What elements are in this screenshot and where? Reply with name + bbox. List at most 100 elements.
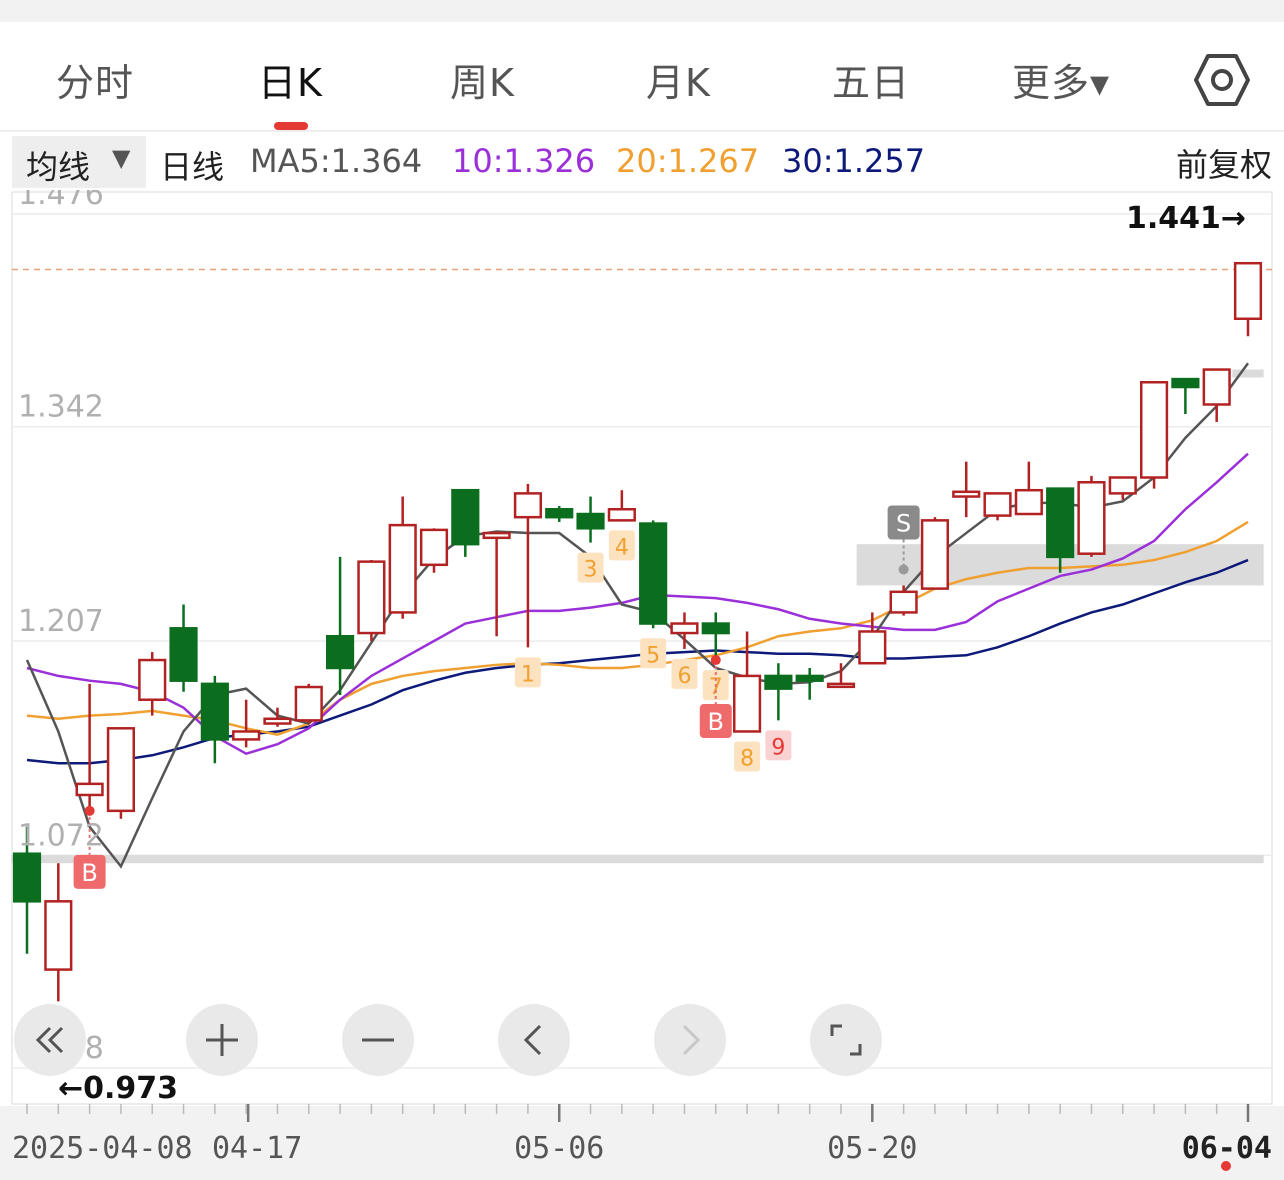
candle xyxy=(138,652,167,716)
ma20-value: 20:1.267 xyxy=(616,142,760,180)
scroll-right-button[interactable] xyxy=(654,1004,726,1076)
candle-body xyxy=(1077,481,1106,555)
candle-body xyxy=(732,674,762,733)
candle-body xyxy=(232,730,261,741)
tab-intraday[interactable]: 分时 xyxy=(56,52,134,107)
candle-body xyxy=(607,507,636,522)
candle-body xyxy=(263,717,292,725)
candle-body xyxy=(106,727,136,813)
ma-type-label: 均线 xyxy=(26,148,91,186)
support-band xyxy=(11,855,1264,864)
candle-body xyxy=(44,900,73,971)
candle-body xyxy=(388,523,417,614)
adjust-mode[interactable]: 前复权 xyxy=(1176,140,1272,186)
countdown-label: 1 xyxy=(521,662,535,687)
minus-icon xyxy=(362,1038,394,1042)
tab-more[interactable]: 更多▾ xyxy=(1012,52,1110,107)
candle xyxy=(983,492,1012,521)
y-tick-label: 1.476 xyxy=(18,190,104,212)
candle xyxy=(1077,475,1106,557)
candle xyxy=(357,560,386,641)
candle-body xyxy=(451,488,480,546)
candle xyxy=(920,517,950,590)
candle-body xyxy=(826,682,856,689)
candle xyxy=(451,488,480,557)
active-tab-indicator xyxy=(274,122,308,130)
candle-body xyxy=(1014,488,1043,516)
candle-body xyxy=(12,852,42,903)
candle xyxy=(858,612,887,665)
candle xyxy=(106,727,136,819)
collapse-button[interactable] xyxy=(14,1004,86,1076)
candle-body xyxy=(1108,476,1137,495)
buy-marker-label: B xyxy=(81,859,97,887)
candle xyxy=(607,490,636,522)
countdown-label: 8 xyxy=(740,746,754,771)
fullscreen-button[interactable] xyxy=(810,1004,882,1076)
candle xyxy=(75,683,104,811)
buy-marker-dot xyxy=(710,655,721,666)
high-price-label: 1.441→ xyxy=(1126,201,1246,236)
candle-body xyxy=(75,782,104,797)
candle xyxy=(639,520,668,629)
candle-body xyxy=(952,490,981,498)
divider xyxy=(0,130,1284,132)
candle xyxy=(325,556,355,695)
candle xyxy=(732,631,762,733)
tab-five-day[interactable]: 五日 xyxy=(832,52,910,107)
candle xyxy=(1014,461,1043,516)
plus-icon xyxy=(206,1024,238,1056)
candle xyxy=(1108,476,1137,500)
scroll-left-button[interactable] xyxy=(498,1004,570,1076)
candle xyxy=(1233,261,1263,337)
chevron-right-icon xyxy=(682,1024,701,1056)
x-tick-label: 05-20 xyxy=(827,1131,917,1166)
candle xyxy=(232,699,261,748)
tab-weekly-k[interactable]: 周K xyxy=(450,52,515,107)
ma-legend-bar: 均线 ▼ 日线 MA5:1.364 10:1.326 20:1.267 30:1… xyxy=(0,134,1284,190)
buy-marker-label: B xyxy=(708,708,724,736)
zoom-out-button[interactable] xyxy=(342,1004,414,1076)
candle xyxy=(44,863,73,1002)
candle-body xyxy=(138,658,167,701)
sell-marker-label: S xyxy=(896,509,911,537)
candle xyxy=(294,683,323,724)
tab-monthly-k[interactable]: 月K xyxy=(646,52,711,107)
candle xyxy=(1171,377,1200,415)
countdown-label: 3 xyxy=(584,558,598,583)
candle xyxy=(200,675,229,764)
candle-body xyxy=(545,507,574,519)
candle xyxy=(764,663,793,721)
period-label: 日线 xyxy=(160,148,225,186)
zoom-in-button[interactable] xyxy=(186,1004,258,1076)
candle xyxy=(545,506,574,522)
low-price-label: ←0.973 xyxy=(58,1071,178,1106)
candle xyxy=(576,496,605,543)
x-tick-label: 06-04 xyxy=(1182,1131,1272,1166)
y-tick-label: 1.207 xyxy=(18,604,104,639)
gear-icon[interactable] xyxy=(1194,52,1250,108)
buy-marker-dot xyxy=(84,805,95,816)
ma5-value: MA5:1.364 xyxy=(250,142,423,180)
candle-body xyxy=(169,627,198,682)
candle-body xyxy=(357,560,386,635)
status-strip xyxy=(0,0,1284,22)
candle-body xyxy=(419,528,449,567)
candle-body xyxy=(513,492,543,519)
countdown-label: 4 xyxy=(615,535,629,560)
fullscreen-icon xyxy=(830,1024,862,1056)
countdown-label: 6 xyxy=(677,664,691,689)
ma-type-dropdown[interactable]: 均线 ▼ xyxy=(12,136,146,188)
x-tick-label: 05-06 xyxy=(514,1131,604,1166)
candle xyxy=(513,483,543,648)
today-dot xyxy=(1221,1161,1231,1171)
candle xyxy=(482,531,511,637)
candle xyxy=(419,528,449,573)
ma10-value: 10:1.326 xyxy=(452,142,596,180)
candle-body xyxy=(983,492,1012,517)
candle xyxy=(889,585,918,616)
tab-daily-k[interactable]: 日K xyxy=(258,52,323,107)
candle-body xyxy=(294,685,323,722)
ma30-value: 30:1.257 xyxy=(782,142,926,180)
candle-body xyxy=(1171,377,1200,389)
